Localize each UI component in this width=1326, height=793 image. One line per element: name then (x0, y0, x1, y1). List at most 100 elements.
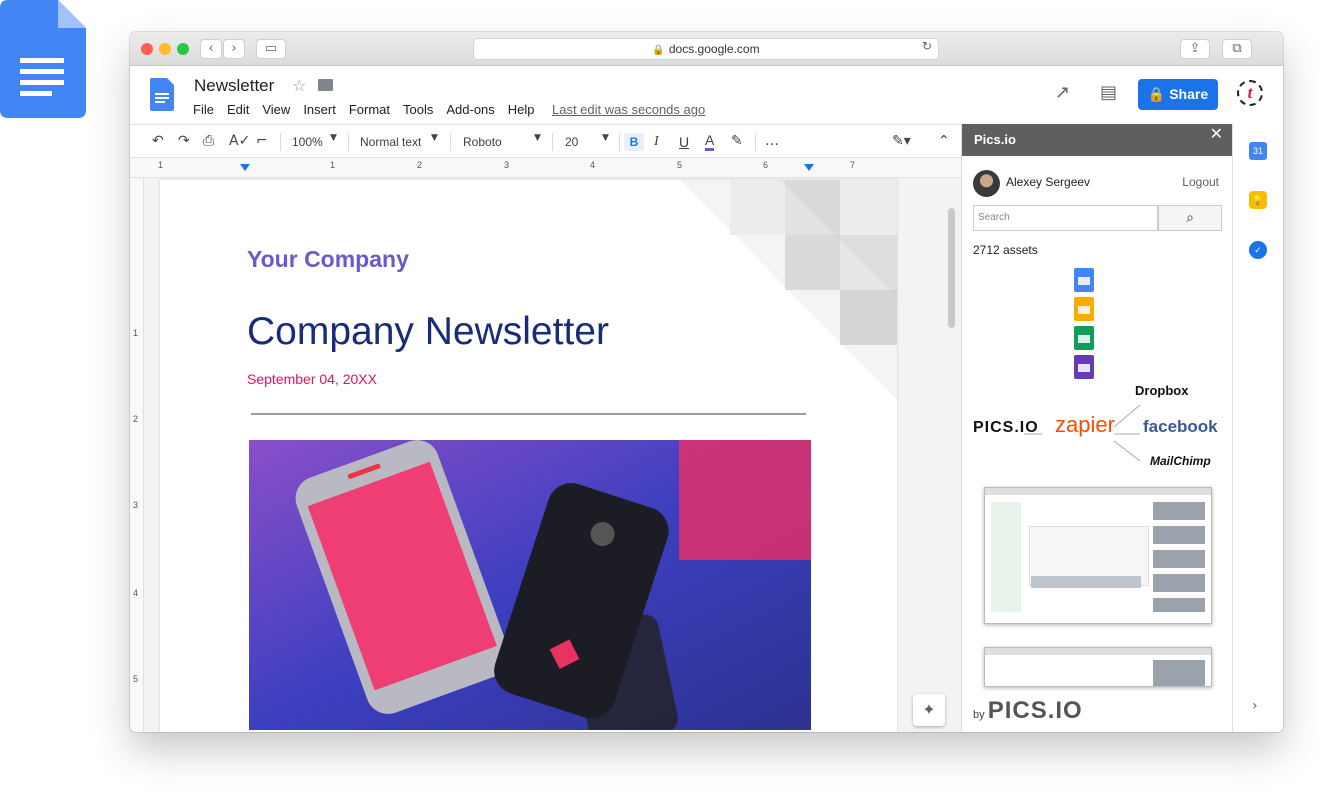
share-lock-icon: 🔒 (1147, 86, 1170, 102)
document-canvas: 1 2 3 4 5 Your Company Company Newslette… (130, 178, 961, 732)
lock-icon: 🔒 (652, 45, 665, 56)
document-page[interactable]: Your Company Company Newsletter Septembe… (160, 180, 897, 732)
redo-icon[interactable]: ↷ (178, 133, 190, 151)
newsletter-date[interactable]: September 04, 20XX (247, 371, 377, 387)
explore-icon[interactable]: ✦ (913, 694, 945, 726)
footer-picsio-logo: PICS.IO (987, 697, 1083, 724)
tabs-overview-icon[interactable]: ⧉ (1222, 39, 1252, 59)
maximize-window-button[interactable] (177, 43, 189, 55)
ruler-tick-label: 5 (677, 160, 683, 170)
editing-mode-icon[interactable]: ✎▾ (892, 133, 911, 151)
docs-header: Newsletter ☆ File Edit View Insert Forma… (130, 66, 1283, 124)
document-title[interactable]: Newsletter (194, 76, 274, 96)
pics-io-sidebar: Pics.io ✕ Alexey Sergeev Logout Search ⌕… (961, 124, 1233, 732)
share-button[interactable]: 🔒 Share (1138, 79, 1218, 110)
activity-trend-icon[interactable]: ↗ (1055, 82, 1070, 103)
bold-button[interactable]: B (624, 133, 644, 151)
back-button[interactable]: ‹ (200, 39, 222, 59)
sidebar-header: Pics.io ✕ (962, 124, 1233, 156)
search-input[interactable]: Search (973, 205, 1158, 231)
minimize-window-button[interactable] (159, 43, 171, 55)
right-indent-marker[interactable] (804, 164, 814, 171)
text-color-button[interactable]: A (705, 133, 715, 151)
menu-file[interactable]: File (193, 102, 214, 117)
menu-view[interactable]: View (262, 102, 290, 117)
url-text: docs.google.com (668, 42, 760, 56)
google-slides-icon[interactable] (1074, 297, 1094, 321)
addon-t-icon[interactable]: t (1237, 80, 1263, 106)
vruler-tick-label: 2 (133, 414, 139, 424)
tasks-icon[interactable]: ✓ (1249, 241, 1267, 259)
vruler-tick-label: 1 (133, 328, 139, 338)
asset-thumbnail[interactable] (984, 647, 1212, 687)
paint-format-icon[interactable]: ⌐ (256, 133, 268, 151)
zoom-dropdown-icon[interactable]: ▼ (330, 133, 337, 151)
menu-edit[interactable]: Edit (227, 102, 249, 117)
left-indent-marker[interactable] (240, 164, 250, 171)
menu-addons[interactable]: Add-ons (446, 102, 494, 117)
address-bar[interactable]: 🔒 docs.google.com ↻ (473, 38, 939, 60)
browser-window: ‹ › ▭ 🔒 docs.google.com ↻ ⇪ ⧉ Newsletter … (130, 32, 1283, 732)
menu-bar: File Edit View Insert Format Tools Add-o… (193, 102, 548, 117)
search-button[interactable]: ⌕ (1158, 205, 1222, 231)
expand-panel-icon[interactable]: › (1252, 698, 1258, 714)
highlight-icon[interactable]: ✎ (731, 133, 743, 151)
phones-hero-image[interactable] (249, 440, 811, 730)
dropbox-logo: Dropbox (1135, 383, 1189, 398)
company-name[interactable]: Your Company (247, 246, 409, 273)
google-docs-icon[interactable] (1074, 268, 1094, 292)
google-forms-icon[interactable] (1074, 355, 1094, 379)
last-edit-link[interactable]: Last edit was seconds ago (552, 102, 705, 117)
vruler-tick-label: 4 (133, 588, 139, 598)
menu-help[interactable]: Help (508, 102, 535, 117)
share-label: Share (1169, 86, 1209, 102)
google-sheets-icon[interactable] (1074, 326, 1094, 350)
italic-button[interactable]: I (654, 133, 659, 151)
vertical-ruler: 1 2 3 4 5 (130, 178, 144, 732)
close-window-button[interactable] (141, 43, 153, 55)
ruler-tick-label: 1 (158, 160, 164, 170)
by-label: by (973, 709, 985, 721)
google-docs-logo-icon (0, 0, 86, 118)
document-scrollbar[interactable] (948, 208, 955, 328)
move-folder-icon[interactable] (318, 79, 333, 91)
font-size-select[interactable]: 20 (565, 133, 578, 151)
underline-button[interactable]: U (679, 133, 689, 151)
share-sheet-icon[interactable]: ⇪ (1180, 39, 1210, 59)
ruler-tick-label: 4 (590, 160, 596, 170)
sidebar-toggle-icon[interactable]: ▭ (256, 39, 286, 59)
ruler-tick-label: 6 (763, 160, 769, 170)
vruler-tick-label: 3 (133, 500, 139, 510)
newsletter-heading[interactable]: Company Newsletter (247, 310, 609, 354)
search-icon: ⌕ (1186, 210, 1194, 226)
menu-tools[interactable]: Tools (403, 102, 433, 117)
spellcheck-icon[interactable]: A✓ (229, 133, 250, 151)
close-icon[interactable]: ✕ (1210, 124, 1223, 143)
forward-button[interactable]: › (223, 39, 245, 59)
star-icon[interactable]: ☆ (292, 76, 306, 95)
collapse-menu-icon[interactable]: ⌃ (938, 133, 950, 151)
more-options-icon[interactable]: … (765, 133, 779, 151)
comments-icon[interactable]: ▤ (1100, 82, 1117, 103)
undo-icon[interactable]: ↶ (152, 133, 164, 151)
size-dropdown-icon[interactable]: ▼ (602, 133, 609, 151)
docs-home-icon[interactable] (150, 78, 174, 111)
font-select[interactable]: Roboto (463, 133, 502, 151)
menu-insert[interactable]: Insert (303, 102, 336, 117)
menu-format[interactable]: Format (349, 102, 390, 117)
logout-link[interactable]: Logout (1182, 175, 1219, 189)
asset-thumbnail[interactable] (984, 487, 1212, 624)
style-dropdown-icon[interactable]: ▼ (431, 133, 438, 151)
assets-count: 2712 assets (973, 243, 1038, 257)
font-dropdown-icon[interactable]: ▼ (534, 133, 541, 151)
style-select[interactable]: Normal text (360, 133, 421, 151)
user-name: Alexey Sergeev (1006, 175, 1091, 189)
reload-icon[interactable]: ↻ (922, 39, 932, 53)
zoom-select[interactable]: 100% (292, 133, 323, 151)
horizontal-divider (251, 413, 806, 415)
ruler-tick-label: 7 (850, 160, 856, 170)
keep-icon[interactable]: 💡 (1249, 191, 1267, 209)
integration-connectors (1024, 404, 1141, 462)
print-icon[interactable]: ⎙ (203, 133, 214, 151)
calendar-icon[interactable]: 31 (1249, 142, 1267, 160)
